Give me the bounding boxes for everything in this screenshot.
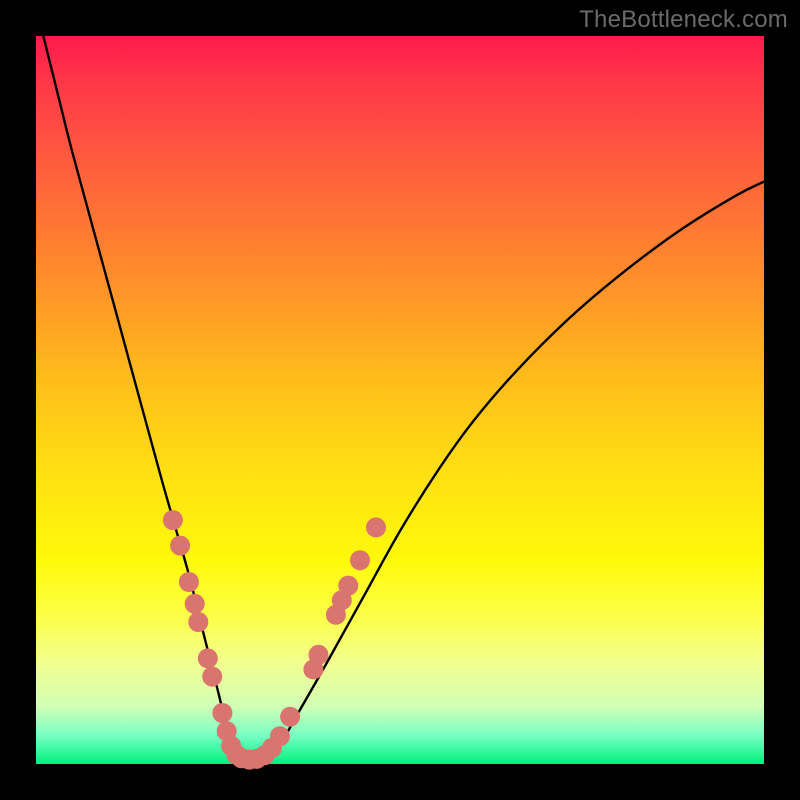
marker-dot [198, 648, 218, 668]
chart-container: TheBottleneck.com [0, 0, 800, 800]
marker-dot [338, 576, 358, 596]
marker-dot [185, 594, 205, 614]
marker-dot [366, 517, 386, 537]
marker-dot [179, 572, 199, 592]
curve-layer [36, 36, 764, 764]
marker-dot [270, 726, 290, 746]
marker-dot [280, 707, 300, 727]
marker-dot [202, 667, 222, 687]
marker-dot [350, 550, 370, 570]
marker-dot [188, 612, 208, 632]
plot-area [36, 36, 764, 764]
marker-group [163, 510, 386, 769]
marker-dot [309, 645, 329, 665]
marker-dot [170, 536, 190, 556]
bottleneck-curve [43, 36, 764, 764]
watermark-text: TheBottleneck.com [579, 6, 788, 34]
marker-dot [212, 703, 232, 723]
marker-dot [163, 510, 183, 530]
